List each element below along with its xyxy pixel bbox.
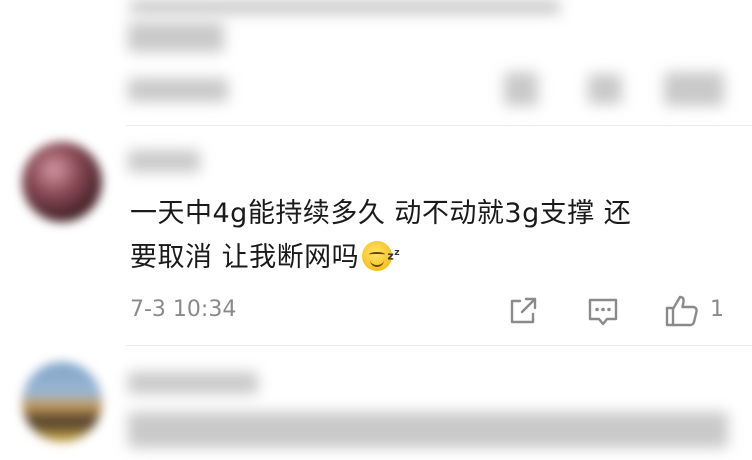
- share-icon[interactable]: [506, 294, 540, 328]
- avatar[interactable]: [22, 362, 102, 442]
- blurred-like-icon[interactable]: [664, 72, 724, 106]
- comment-icon[interactable]: [586, 294, 620, 328]
- avatar[interactable]: [22, 142, 102, 222]
- blurred-username[interactable]: [128, 150, 200, 172]
- blurred-text: [130, 0, 560, 14]
- comment-text: 一天中4g能持续多久 动不动就3g支撑 还 要取消 让我断网吗 zz: [130, 192, 730, 280]
- sleepy-grin-emoji-icon: zz: [362, 241, 400, 271]
- like-count: 1: [710, 297, 724, 322]
- blurred-username[interactable]: [128, 372, 258, 394]
- blurred-share-icon[interactable]: [504, 72, 538, 106]
- comment-text-line2: 要取消 让我断网吗: [130, 242, 360, 273]
- blurred-text: [128, 412, 728, 448]
- divider: [126, 345, 752, 346]
- blurred-text: [128, 22, 224, 52]
- comment-text-line1: 一天中4g能持续多久 动不动就3g支撑 还: [130, 198, 632, 229]
- thumbs-up-icon[interactable]: [664, 294, 700, 328]
- divider: [126, 125, 752, 126]
- comment-timestamp: 7-3 10:34: [130, 297, 237, 322]
- blurred-timestamp: [128, 78, 228, 102]
- blurred-reply-icon[interactable]: [588, 74, 622, 104]
